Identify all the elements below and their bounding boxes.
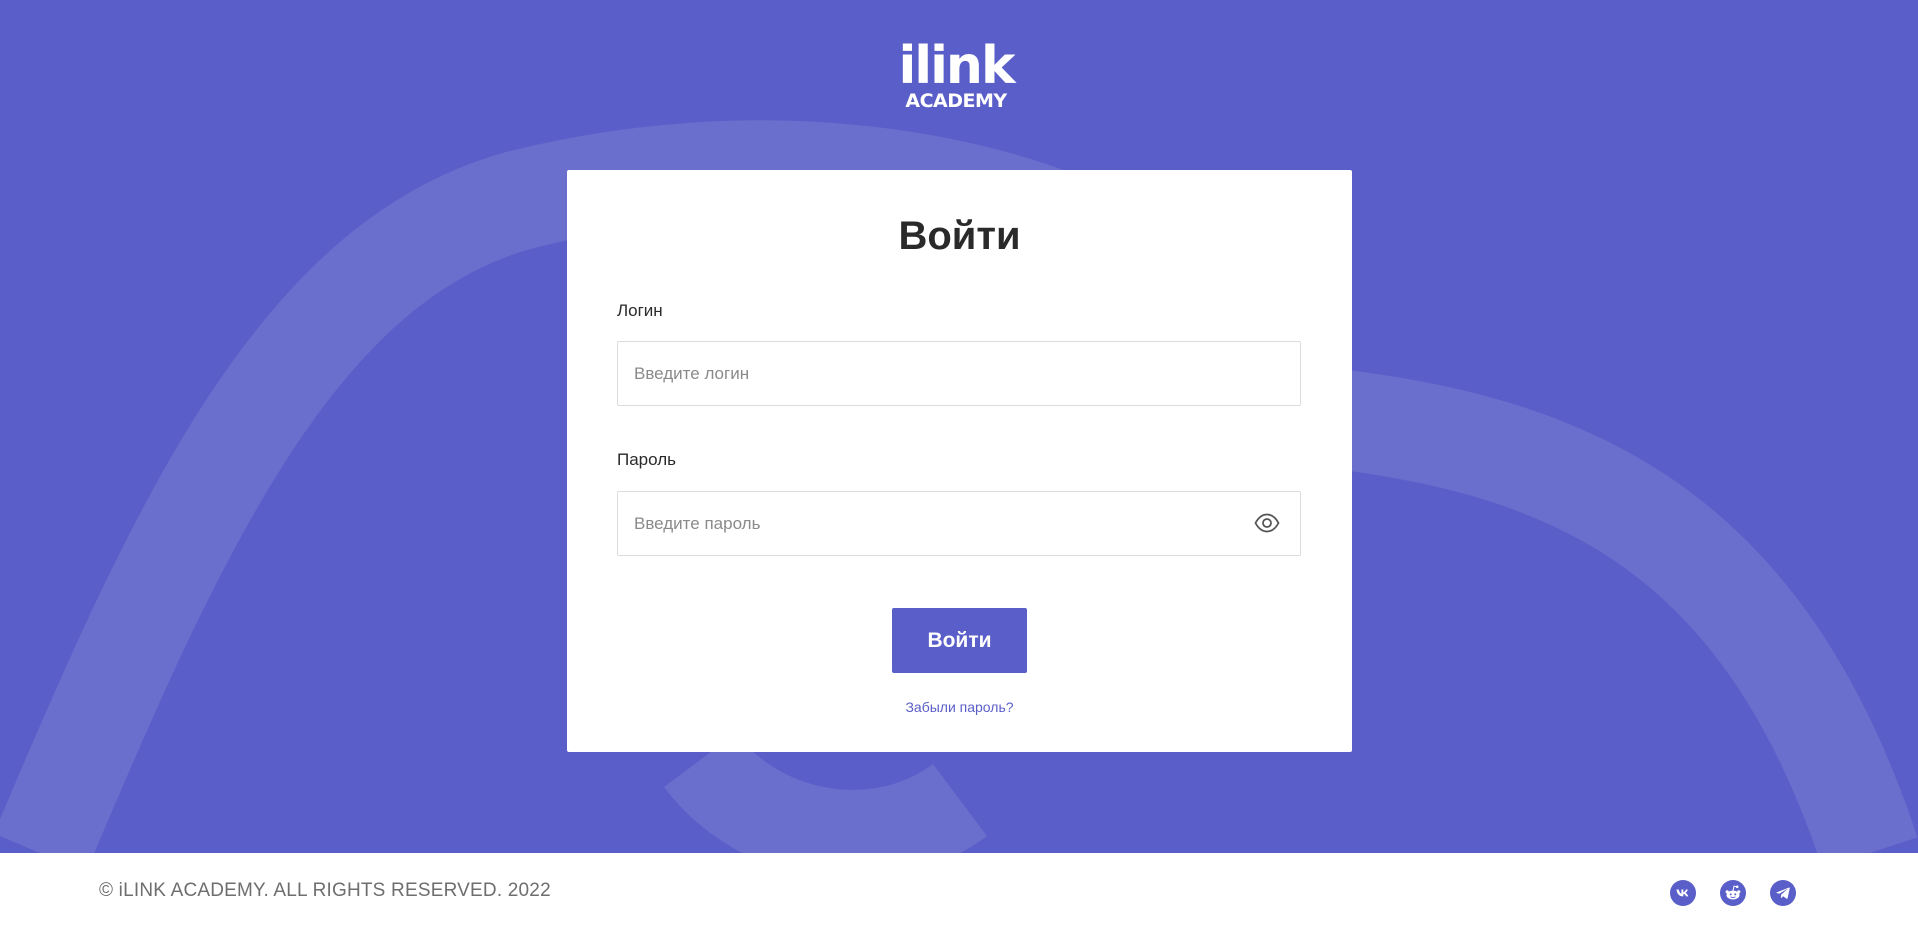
- password-label: Пароль: [617, 450, 676, 469]
- login-page: ilink ACADEMY Войти Логин Пароль Войти: [0, 0, 1918, 931]
- login-submit-button[interactable]: Войти: [892, 608, 1027, 673]
- login-title: Войти: [898, 214, 1021, 258]
- hero-background: ilink ACADEMY Войти Логин Пароль Войти: [0, 0, 1918, 853]
- footer-copyright: © iLINK ACADEMY. ALL RIGHTS RESERVED. 20…: [99, 880, 551, 901]
- eye-icon[interactable]: [1254, 512, 1280, 534]
- logo-subtitle: ACADEMY: [905, 90, 1007, 112]
- reddit-icon[interactable]: [1720, 880, 1746, 906]
- vk-icon[interactable]: [1670, 880, 1696, 906]
- password-input[interactable]: [618, 492, 1300, 555]
- ilink-academy-logo: ilink ACADEMY: [898, 36, 1015, 112]
- login-field: [617, 341, 1301, 406]
- password-field: [617, 491, 1301, 556]
- logo-wordmark: ilink: [898, 36, 1015, 96]
- login-input[interactable]: [618, 342, 1300, 405]
- login-card: Войти Логин Пароль Войти Забыли пароль?: [567, 170, 1352, 752]
- login-label: Логин: [617, 301, 663, 320]
- telegram-icon[interactable]: [1770, 880, 1796, 906]
- forgot-password-link[interactable]: Забыли пароль?: [567, 699, 1352, 715]
